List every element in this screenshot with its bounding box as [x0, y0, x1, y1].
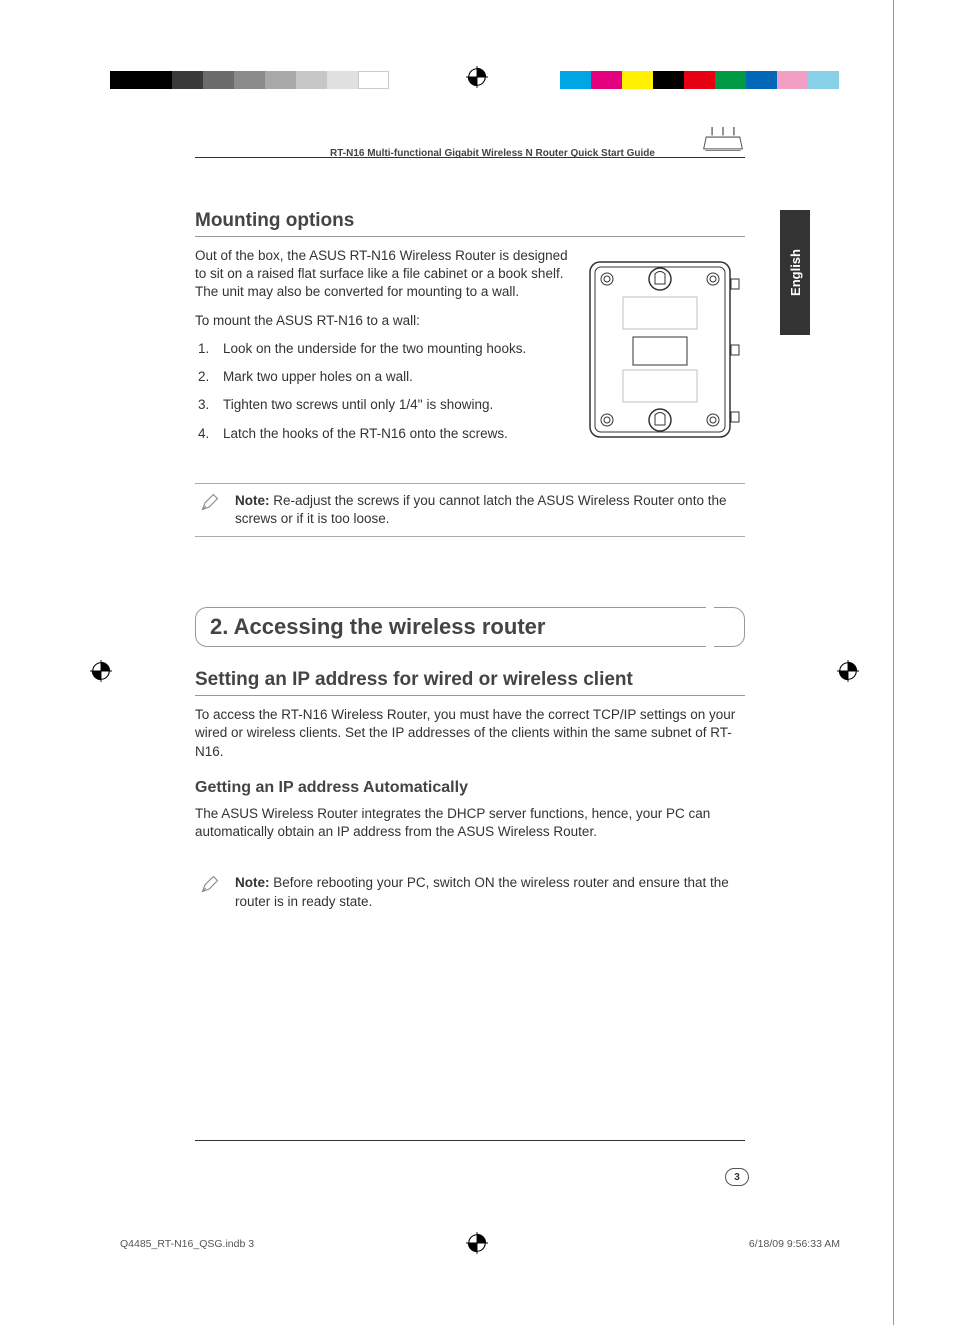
ip-section-body: To access the RT-N16 Wireless Router, yo…	[195, 706, 745, 761]
color-bars	[560, 71, 839, 89]
auto-ip-note: Note: Before rebooting your PC, switch O…	[195, 866, 745, 918]
step-4: Latch the hooks of the RT-N16 onto the s…	[213, 425, 570, 443]
note-pen-icon	[200, 492, 220, 512]
chapter-title: 2. Accessing the wireless router	[210, 614, 730, 640]
step-3: Tighten two screws until only 1/4'' is s…	[213, 396, 570, 414]
note-text: Before rebooting your PC, switch ON the …	[235, 875, 729, 908]
page-number: 3	[725, 1168, 749, 1186]
mounting-prompt: To mount the ASUS RT-N16 to a wall:	[195, 312, 570, 330]
chapter-heading: 2. Accessing the wireless router	[195, 607, 745, 647]
print-footer: Q4485_RT-N16_QSG.indb 3 6/18/09 9:56:33 …	[120, 1238, 840, 1250]
language-tab: English	[780, 210, 810, 335]
header-rule	[195, 157, 745, 158]
registration-mark-icon	[466, 66, 488, 88]
mounting-intro: Out of the box, the ASUS RT-N16 Wireless…	[195, 247, 570, 302]
registration-mark-icon	[90, 660, 112, 682]
registration-mark-icon	[837, 660, 859, 682]
footer-rule	[195, 1140, 745, 1141]
note-label: Note:	[235, 493, 270, 508]
step-1: Look on the underside for the two mounti…	[213, 340, 570, 358]
auto-ip-body: The ASUS Wireless Router integrates the …	[195, 805, 745, 841]
page-content: Mounting options Out of the box, the ASU…	[195, 210, 745, 919]
step-2: Mark two upper holes on a wall.	[213, 368, 570, 386]
grayscale-bars	[110, 71, 389, 89]
ip-section-title: Setting an IP address for wired or wirel…	[195, 669, 745, 696]
router-icon	[702, 125, 744, 155]
mounting-title: Mounting options	[195, 210, 745, 237]
footer-timestamp: 6/18/09 9:56:33 AM	[749, 1238, 840, 1250]
note-text: Re-adjust the screws if you cannot latch…	[235, 493, 726, 526]
auto-ip-title: Getting an IP address Automatically	[195, 779, 745, 797]
mounting-steps: Look on the underside for the two mounti…	[195, 340, 570, 443]
scan-edge-line	[893, 0, 894, 1325]
note-pen-icon	[200, 874, 220, 894]
mounting-note: Note: Re-adjust the screws if you cannot…	[195, 483, 745, 537]
note-label: Note:	[235, 875, 270, 890]
footer-filename: Q4485_RT-N16_QSG.indb 3	[120, 1238, 254, 1250]
language-label: English	[788, 249, 803, 296]
router-underside-diagram	[585, 257, 745, 442]
